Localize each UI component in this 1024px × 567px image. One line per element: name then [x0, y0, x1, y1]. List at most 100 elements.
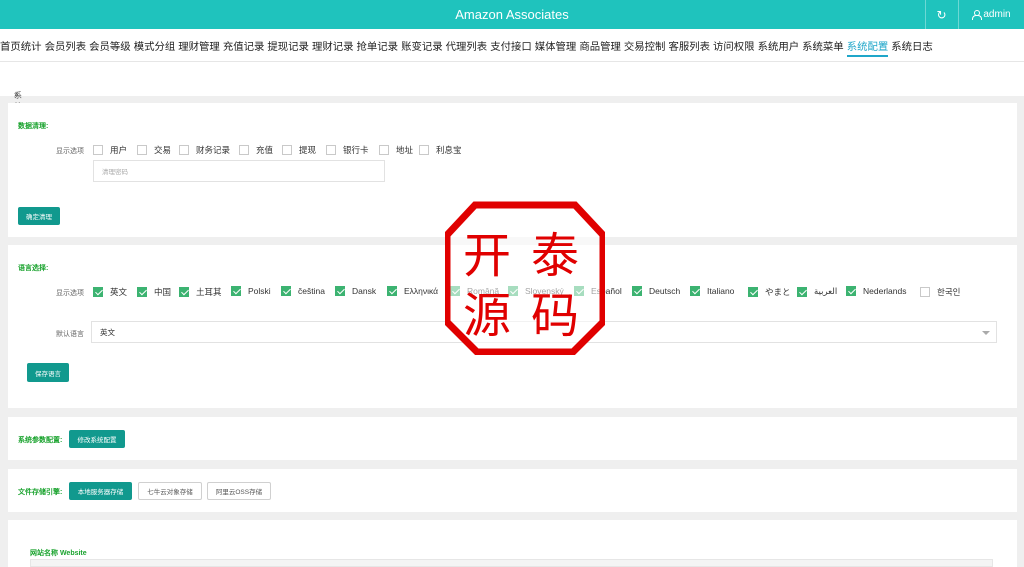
- edit-system-config-button[interactable]: 修改系统配置: [69, 430, 125, 448]
- nav-item[interactable]: 充值记录: [223, 38, 265, 57]
- cleanup-option-label: 交易: [154, 145, 172, 155]
- system-config-panel: 系统参数配置: 修改系统配置: [8, 417, 1017, 460]
- cleanup-options-label: 显示选项: [56, 148, 84, 155]
- cleanup-option-checkbox[interactable]: 财务记录: [179, 144, 230, 156]
- checkbox-box: [920, 287, 930, 297]
- checkbox-box: [239, 145, 249, 155]
- language-option-checkbox[interactable]: 英文: [93, 286, 127, 298]
- language-option-label: čeština: [298, 286, 325, 296]
- cleanup-option-label: 提现: [299, 145, 317, 155]
- nav-item[interactable]: 会员列表: [45, 38, 87, 57]
- storage-title: 文件存储引擎:: [18, 489, 63, 496]
- nav-item[interactable]: 首页统计: [0, 38, 42, 57]
- language-option-label: Deutsch: [649, 286, 681, 296]
- checkbox-box: [282, 145, 292, 155]
- checkbox-checked-icon: [93, 287, 103, 297]
- language-option-label: Dansk: [352, 286, 377, 296]
- checkbox-box: [179, 145, 189, 155]
- nav-list: 首页统计 会员列表 会员等级 模式分组 理财管理 充值记录 提现记录 理财记录 抢单记录 账变记录…: [0, 38, 936, 57]
- website-name-input[interactable]: [30, 559, 993, 567]
- checkbox-box: [419, 145, 429, 155]
- cleanup-option-label: 地址: [396, 145, 414, 155]
- breadcrumb: » 系统参数配置: [0, 61, 1024, 155]
- language-option-label: 英文: [110, 287, 128, 297]
- nav-item[interactable]: 抢单记录: [357, 38, 399, 57]
- nav-item[interactable]: 模式分组: [134, 38, 176, 57]
- language-option-checkbox[interactable]: čeština: [281, 286, 325, 296]
- storage-local-button[interactable]: 本地服务器存储: [69, 482, 132, 500]
- save-language-button[interactable]: 保存语言: [27, 363, 69, 382]
- storage-panel: 文件存储引擎: 本地服务器存储 七牛云对象存储 阿里云OSS存储: [8, 469, 1017, 512]
- language-option-label: Polski: [248, 286, 271, 296]
- language-option-checkbox[interactable]: 土耳其: [179, 286, 222, 298]
- language-option-checkbox[interactable]: Italiano: [690, 286, 734, 296]
- language-option-checkbox[interactable]: 한국인: [920, 286, 960, 298]
- language-option-checkbox[interactable]: Dansk: [335, 286, 376, 296]
- checkbox-checked-icon: [335, 286, 345, 296]
- nav-item[interactable]: 理财记录: [312, 38, 354, 57]
- nav-item[interactable]: 代理列表: [446, 38, 488, 57]
- nav-item[interactable]: 访问权限: [713, 38, 755, 57]
- data-cleanup-title: 数据清理:: [18, 123, 49, 130]
- svg-text:源: 源: [463, 288, 511, 344]
- nav-item[interactable]: 会员等级: [89, 38, 131, 57]
- cleanup-option-checkbox[interactable]: 银行卡: [326, 144, 369, 156]
- nav-item[interactable]: 理财管理: [178, 38, 220, 57]
- cleanup-password-input[interactable]: 清理密码: [93, 160, 385, 182]
- username: admin: [983, 9, 1011, 20]
- cleanup-option-checkbox[interactable]: 充值: [239, 144, 273, 156]
- language-title: 语言选择:: [18, 265, 49, 272]
- language-option-label: 한국인: [937, 287, 961, 297]
- confirm-cleanup-button[interactable]: 确定清理: [18, 207, 60, 225]
- user-menu[interactable]: admin: [958, 0, 1024, 29]
- language-option-checkbox[interactable]: 中国: [137, 286, 171, 298]
- language-option-checkbox[interactable]: Ελληνικά: [387, 286, 438, 296]
- nav-item[interactable]: 商品管理: [579, 38, 621, 57]
- default-language-value: 英文: [100, 327, 115, 337]
- nav-item[interactable]: 系统配置: [846, 38, 889, 57]
- nav-item[interactable]: 系统菜单: [802, 38, 844, 57]
- website-name-label: 网站名称 Website: [30, 550, 87, 557]
- nav-item[interactable]: 媒体管理: [535, 38, 577, 57]
- storage-qiniu-button[interactable]: 七牛云对象存储: [138, 482, 202, 500]
- checkbox-checked-icon: [797, 286, 807, 297]
- language-option-label: العربية: [814, 286, 838, 296]
- language-option-checkbox[interactable]: العربية: [797, 286, 837, 297]
- cleanup-option-checkbox[interactable]: 用户: [93, 144, 127, 156]
- svg-text:开: 开: [463, 228, 511, 284]
- cleanup-option-checkbox[interactable]: 地址: [379, 144, 413, 156]
- app-title: Amazon Associates: [455, 7, 569, 22]
- checkbox-checked-icon: [846, 286, 856, 296]
- language-option-label: Ελληνικά: [404, 286, 439, 296]
- language-option-label: Italiano: [707, 286, 735, 296]
- language-option-checkbox[interactable]: Nederlands: [846, 286, 906, 296]
- chevron-down-icon: [982, 331, 990, 335]
- storage-aliyun-button[interactable]: 阿里云OSS存储: [207, 482, 271, 500]
- cleanup-option-checkbox[interactable]: 利息宝: [419, 144, 462, 156]
- nav-item[interactable]: 账变记录: [401, 38, 443, 57]
- cleanup-option-label: 利息宝: [436, 145, 462, 155]
- refresh-button[interactable]: ↻: [925, 0, 957, 29]
- nav-item[interactable]: 支付接口: [490, 38, 532, 57]
- top-header: Amazon Associates ↻ admin: [0, 0, 1024, 29]
- cleanup-option-checkbox[interactable]: 提现: [282, 144, 316, 156]
- cleanup-option-label: 银行卡: [343, 145, 369, 155]
- language-option-label: 土耳其: [196, 287, 222, 297]
- nav-item[interactable]: 提现记录: [267, 38, 309, 57]
- cleanup-password-placeholder: 清理密码: [102, 169, 128, 176]
- language-option-checkbox[interactable]: Polski: [231, 286, 271, 296]
- nav-item[interactable]: 系统日志: [891, 38, 933, 57]
- language-option-checkbox[interactable]: Deutsch: [632, 286, 680, 296]
- checkbox-box: [379, 145, 389, 155]
- nav-item[interactable]: 交易控制: [624, 38, 666, 57]
- language-option-checkbox[interactable]: やまと: [748, 286, 791, 298]
- main-nav: 首页统计 会员列表 会员等级 模式分组 理财管理 充值记录 提现记录 理财记录 抢单记录 账变记录…: [0, 29, 1024, 61]
- cleanup-option-label: 用户: [110, 145, 128, 155]
- checkbox-checked-icon: [690, 286, 700, 296]
- checkbox-checked-icon: [281, 286, 291, 296]
- nav-item[interactable]: 系统用户: [758, 38, 800, 57]
- language-options-label: 显示选项: [56, 290, 84, 297]
- cleanup-option-checkbox[interactable]: 交易: [137, 144, 171, 156]
- checkbox-checked-icon: [179, 287, 189, 297]
- nav-item[interactable]: 客服列表: [668, 38, 710, 57]
